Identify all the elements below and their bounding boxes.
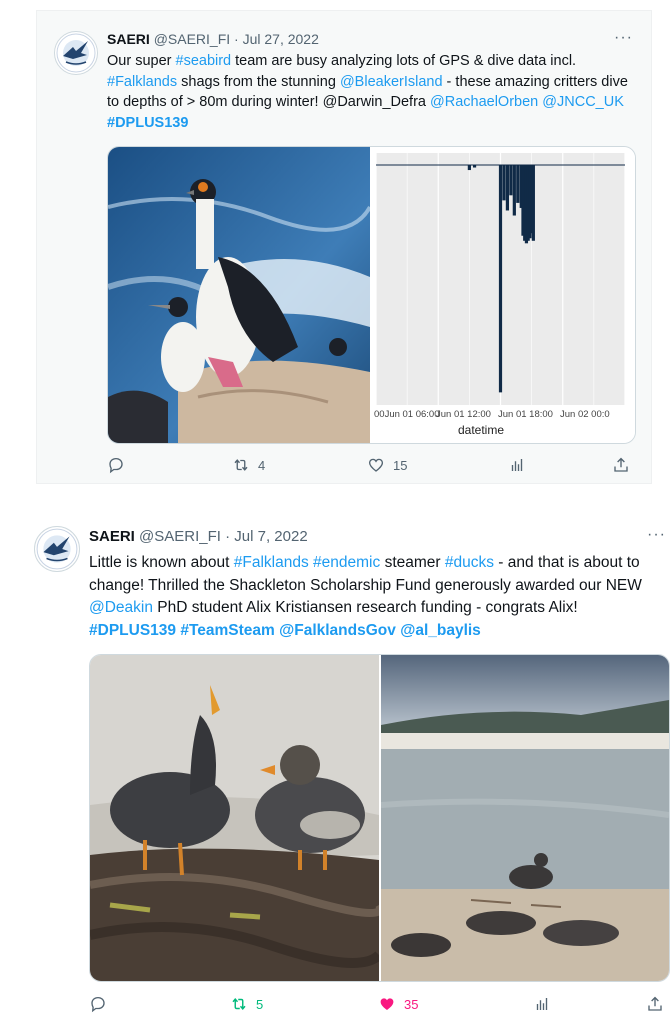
separator-dot: · [234,31,243,47]
like-button[interactable]: 35 [378,995,418,1013]
entity-link[interactable]: @JNCC_UK [542,94,624,110]
more-icon[interactable]: ··· [647,526,666,544]
ducks-photo-1[interactable] [90,655,384,981]
tweet-card-1[interactable]: SAERI @SAERI_FI · Jul 27, 2022 ··· Our s… [36,10,652,484]
reply-icon [91,996,105,1013]
analytics-button[interactable] [533,995,551,1013]
dive-bar [472,165,477,168]
text-segment: Little is known about [89,554,234,571]
display-name[interactable]: SAERI [107,31,150,47]
handle[interactable]: @SAERI_FI [154,31,230,47]
heart-icon [368,458,384,472]
analytics-button[interactable] [508,456,526,474]
entity-link[interactable]: #TeamSteam [180,622,274,639]
chart-x-tick-label: 00Jun 01 06:00 [374,409,440,420]
chart-x-tick-label: Jun 02 00:0 [560,409,610,420]
retweet-button[interactable]: 5 [230,995,263,1013]
display-name[interactable]: SAERI [89,528,135,545]
chart-x-tick-label: Jun 01 12:00 [436,409,491,420]
entity-link[interactable]: #Falklands [234,554,309,571]
retweet-button[interactable]: 4 [232,456,265,474]
dive-chart[interactable]: 00Jun 01 06:00 Jun 01 12:00 Jun 01 18:00 Ju… [370,147,635,443]
tweet-header: SAERI @SAERI_FI · Jul 7, 2022 [89,528,308,545]
dive-bar [498,165,503,393]
text-segment: team are busy analyzing lots of GPS & di… [231,53,577,69]
entity-link[interactable]: #endemic [313,554,380,571]
reply-button[interactable] [107,456,133,474]
ducks-photo-1-image [90,655,384,981]
tweet-text: Little is known about #Falklands #endemi… [89,552,667,642]
dive-bar [509,165,513,196]
text-segment: PhD student Alix Kristiansen research fu… [152,599,578,616]
tweet-text: Our super #seabird team are busy analyzi… [107,51,637,133]
entity-link[interactable]: #DPLUS139 [89,622,176,639]
analytics-icon [536,998,548,1010]
analytics-icon [511,459,523,471]
entity-link[interactable]: @FalklandsGov [279,622,396,639]
share-button[interactable] [612,456,630,474]
ducks-photo-2-image [380,655,669,981]
like-button[interactable]: 15 [367,456,407,474]
like-count: 15 [393,457,408,473]
chart-x-axis-label: datetime [458,423,504,437]
dive-bar [467,165,471,171]
ducks-photo-2[interactable] [380,655,669,981]
dive-bar [516,165,520,203]
like-count: 35 [404,996,419,1012]
dive-chart-svg: 00Jun 01 06:00Jun 01 12:00 Jun 01 18:00 Ju… [374,153,626,437]
entity-link[interactable]: @BleakerIsland [340,74,443,90]
tweet-actions: 4 15 [37,456,651,480]
shag-photo[interactable] [108,147,372,443]
text-segment: shags from the stunning [177,73,340,90]
tweet-card-2[interactable]: SAERI @SAERI_FI · Jul 7, 2022 ··· Little… [10,512,672,1022]
chart-x-tick-label: Jun 01 18:00 [498,409,553,420]
retweet-count: 5 [256,996,264,1012]
dive-bar [502,165,506,201]
tweet-media[interactable] [89,654,670,982]
entity-link[interactable]: @al_baylis [400,622,481,639]
share-icon [614,457,628,472]
tweet-actions: 5 35 [10,995,672,1019]
share-icon [648,996,662,1011]
dive-bar [512,165,516,216]
entity-link[interactable]: #DPLUS139 [107,115,188,131]
avatar[interactable] [54,31,98,75]
avatar[interactable] [34,526,80,572]
text-segment: Our super [107,53,176,69]
entity-link[interactable]: @RachaelOrben [430,94,538,110]
saeri-logo-icon [36,528,78,570]
tweet-date[interactable]: Jul 27, 2022 [243,31,319,47]
entity-link[interactable]: #seabird [176,53,232,69]
handle[interactable]: @SAERI_FI [139,528,221,545]
share-button[interactable] [646,995,664,1013]
entity-link[interactable]: @Deakin [89,599,153,616]
heart-icon [380,998,394,1010]
dive-bar [531,165,535,241]
shag-photo-image [108,147,372,443]
tweet-date[interactable]: Jul 7, 2022 [234,528,307,545]
separator-dot: · [225,528,235,545]
tweet-media[interactable]: 00Jun 01 06:00 Jun 01 12:00 Jun 01 18:00 Ju… [107,146,636,444]
saeri-logo-icon [56,33,96,73]
retweet-count: 4 [258,457,266,473]
reply-button[interactable] [89,995,115,1013]
entity-link[interactable]: #ducks [445,554,494,571]
text-segment: steamer [380,554,445,571]
retweet-icon [234,459,248,471]
retweet-icon [232,998,246,1010]
reply-icon [109,457,123,474]
dive-bar [505,165,510,211]
entity-link[interactable]: #Falklands [107,74,177,90]
more-icon[interactable]: ··· [614,29,633,47]
tweet-header: SAERI @SAERI_FI · Jul 27, 2022 [107,31,319,47]
